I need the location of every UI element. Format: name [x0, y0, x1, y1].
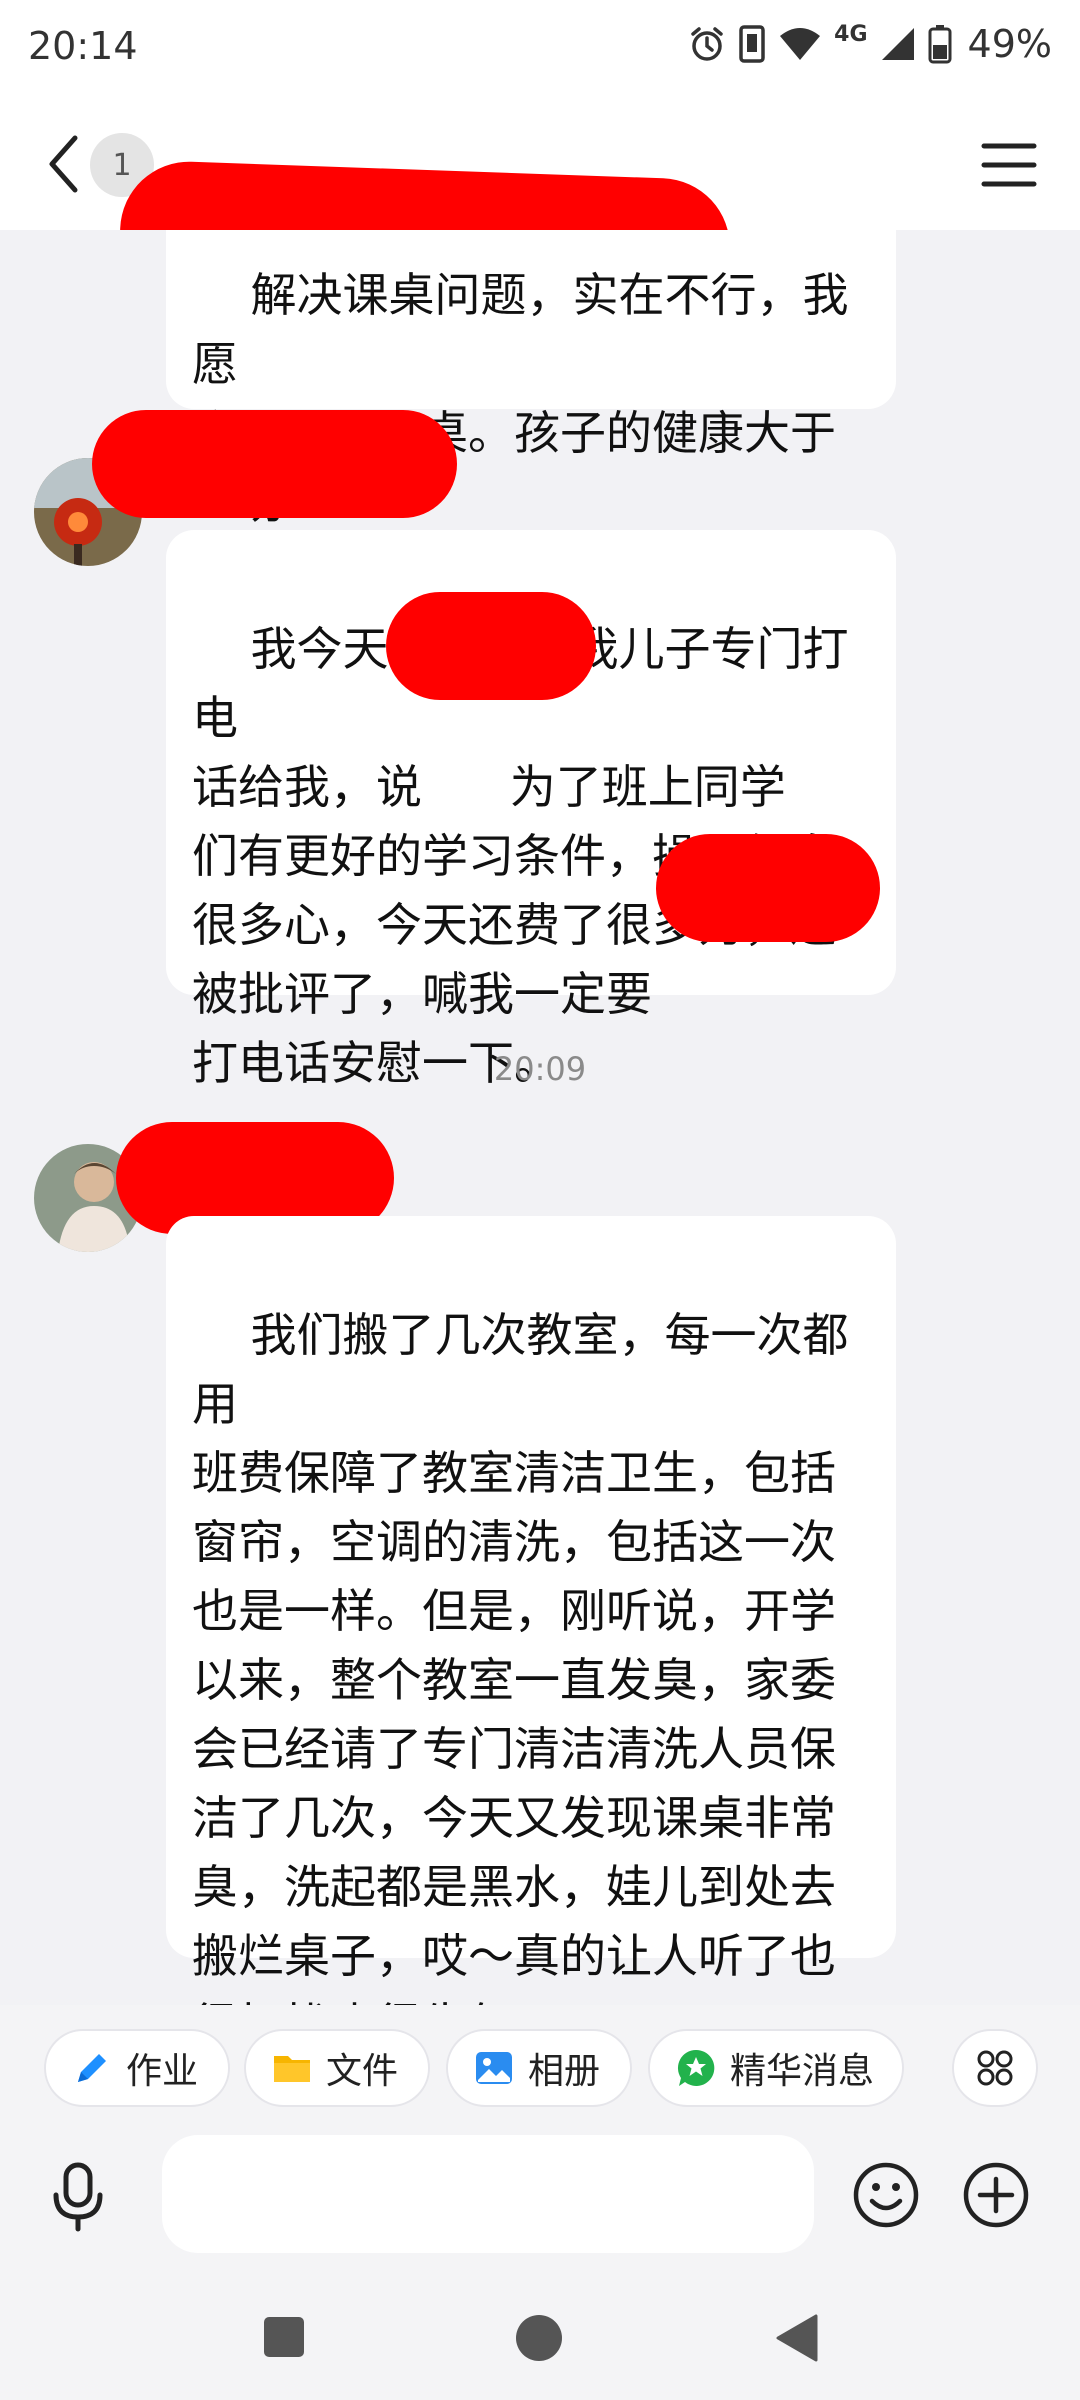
more-apps-button[interactable] [952, 2029, 1038, 2107]
composer [0, 2125, 1080, 2275]
mention-redaction [656, 834, 880, 942]
system-navigation-bar [0, 2275, 1080, 2400]
plus-circle-icon[interactable] [962, 2161, 1030, 2229]
hamburger-menu-icon[interactable] [976, 132, 1042, 198]
recents-square-icon[interactable] [262, 2315, 306, 2359]
emoji-icon[interactable] [852, 2161, 920, 2229]
highlights-label: 精华消息 [730, 2051, 875, 2092]
quick-action-bar: 作业 文件 相册 精华消息 [0, 2005, 1080, 2125]
group-avatar-initial: 1 [112, 147, 132, 183]
homework-label: 作业 [126, 2051, 199, 2092]
home-circle-icon[interactable] [514, 2313, 564, 2363]
grid-icon [977, 2050, 1013, 2086]
folder-icon [272, 2048, 312, 2088]
status-time: 20:14 [28, 24, 138, 68]
album-label: 相册 [528, 2051, 601, 2092]
homework-button[interactable]: 作业 [44, 2029, 230, 2107]
status-icons: 4G 49% [688, 22, 1052, 66]
pencil-icon [72, 2048, 112, 2088]
vibrate-icon [739, 25, 765, 63]
message-bubble[interactable]: 解决课桌问题，实在不行，我愿 意自己买课桌。孩子的健康大于 一切!!! [166, 230, 896, 529]
sender-name-redaction [92, 410, 457, 518]
highlights-button[interactable]: 精华消息 [648, 2029, 904, 2107]
message-timestamp: 20:09 [493, 1050, 587, 1088]
microphone-icon[interactable] [46, 2161, 110, 2233]
mention-redaction [386, 592, 596, 700]
battery-icon [928, 25, 952, 64]
chat-messages[interactable]: 解决课桌问题，实在不行，我愿 意自己买课桌。孩子的健康大于 一切!!! 我今天不… [0, 230, 1080, 2005]
alarm-icon [691, 27, 723, 61]
back-triangle-icon[interactable] [774, 2313, 820, 2363]
star-badge-icon [676, 2048, 716, 2088]
photo-icon [474, 2048, 514, 2088]
files-label: 文件 [326, 2051, 399, 2092]
wifi-icon [780, 28, 821, 60]
network-type: 4G [834, 21, 868, 47]
status-bar: 20:14 4G 49% [0, 0, 1080, 100]
message-input[interactable] [162, 2135, 814, 2253]
album-button[interactable]: 相册 [446, 2029, 632, 2107]
files-button[interactable]: 文件 [244, 2029, 430, 2107]
message-bubble[interactable]: 我们搬了几次教室，每一次都用 班费保障了教室清洁卫生，包括 窗帘，空调的清洗，包… [166, 1216, 896, 2005]
message-text: 我们搬了几次教室，每一次都用 班费保障了教室清洁卫生，包括 窗帘，空调的清洗，包… [192, 1308, 849, 2005]
cell-signal-icon [881, 28, 914, 60]
battery-percent: 49% [967, 22, 1052, 66]
chat-header: 1 [0, 100, 1080, 319]
